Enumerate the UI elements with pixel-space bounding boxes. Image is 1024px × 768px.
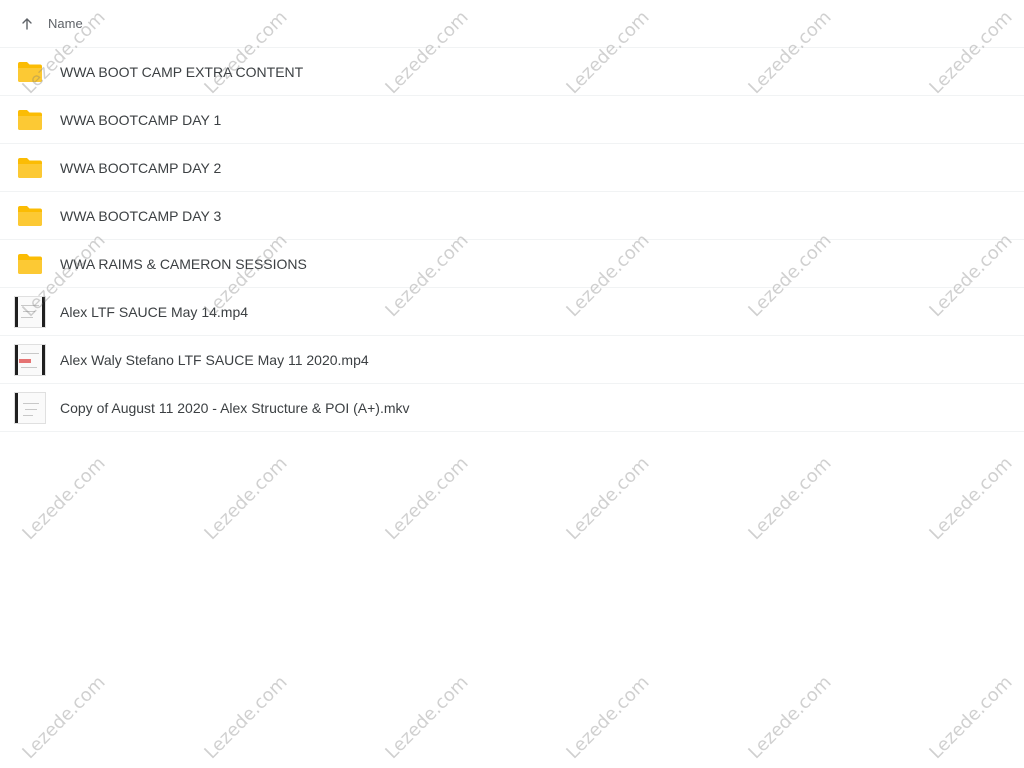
watermark-text: Lezede.com bbox=[18, 671, 110, 764]
folder-row[interactable]: WWA BOOT CAMP EXTRA CONTENT bbox=[0, 48, 1024, 96]
file-name: Alex LTF SAUCE May 14.mp4 bbox=[60, 303, 249, 320]
watermark-text: Lezede.com bbox=[744, 452, 836, 545]
file-name: WWA BOOTCAMP DAY 3 bbox=[60, 207, 222, 224]
video-thumbnail bbox=[14, 296, 46, 328]
video-thumbnail bbox=[14, 344, 46, 376]
folder-row[interactable]: WWA RAIMS & CAMERON SESSIONS bbox=[0, 240, 1024, 288]
folder-row[interactable]: WWA BOOTCAMP DAY 2 bbox=[0, 144, 1024, 192]
file-name: WWA BOOT CAMP EXTRA CONTENT bbox=[60, 63, 304, 80]
file-list: WWA BOOT CAMP EXTRA CONTENT WWA BOOTCAMP… bbox=[0, 48, 1024, 432]
folder-icon bbox=[14, 104, 46, 136]
watermark-text: Lezede.com bbox=[381, 452, 473, 545]
folder-icon bbox=[14, 200, 46, 232]
folder-icon bbox=[14, 56, 46, 88]
arrow-up-icon[interactable] bbox=[20, 17, 34, 31]
watermark-text: Lezede.com bbox=[925, 671, 1017, 764]
watermark-text: Lezede.com bbox=[18, 452, 110, 545]
folder-icon bbox=[14, 248, 46, 280]
watermark-text: Lezede.com bbox=[562, 452, 654, 545]
watermark-text: Lezede.com bbox=[744, 671, 836, 764]
watermark-text: Lezede.com bbox=[200, 671, 292, 764]
video-row[interactable]: Alex Waly Stefano LTF SAUCE May 11 2020.… bbox=[0, 336, 1024, 384]
watermark-text: Lezede.com bbox=[562, 671, 654, 764]
file-name: WWA RAIMS & CAMERON SESSIONS bbox=[60, 255, 307, 272]
watermark-text: Lezede.com bbox=[200, 452, 292, 545]
folder-icon bbox=[14, 152, 46, 184]
file-browser: Name WWA BOOT CAMP EXTRA CONTENT WWA BOO… bbox=[0, 0, 1024, 768]
file-name: WWA BOOTCAMP DAY 2 bbox=[60, 159, 222, 176]
name-column-label: Name bbox=[48, 16, 83, 31]
watermark-text: Lezede.com bbox=[381, 671, 473, 764]
folder-row[interactable]: WWA BOOTCAMP DAY 3 bbox=[0, 192, 1024, 240]
video-row[interactable]: Copy of August 11 2020 - Alex Structure … bbox=[0, 384, 1024, 432]
name-column-header[interactable]: Name bbox=[0, 0, 1024, 48]
video-row[interactable]: Alex LTF SAUCE May 14.mp4 bbox=[0, 288, 1024, 336]
video-thumbnail bbox=[14, 392, 46, 424]
file-name: WWA BOOTCAMP DAY 1 bbox=[60, 111, 222, 128]
file-name: Alex Waly Stefano LTF SAUCE May 11 2020.… bbox=[60, 351, 369, 368]
watermark-text: Lezede.com bbox=[925, 452, 1017, 545]
file-name: Copy of August 11 2020 - Alex Structure … bbox=[60, 399, 410, 416]
folder-row[interactable]: WWA BOOTCAMP DAY 1 bbox=[0, 96, 1024, 144]
